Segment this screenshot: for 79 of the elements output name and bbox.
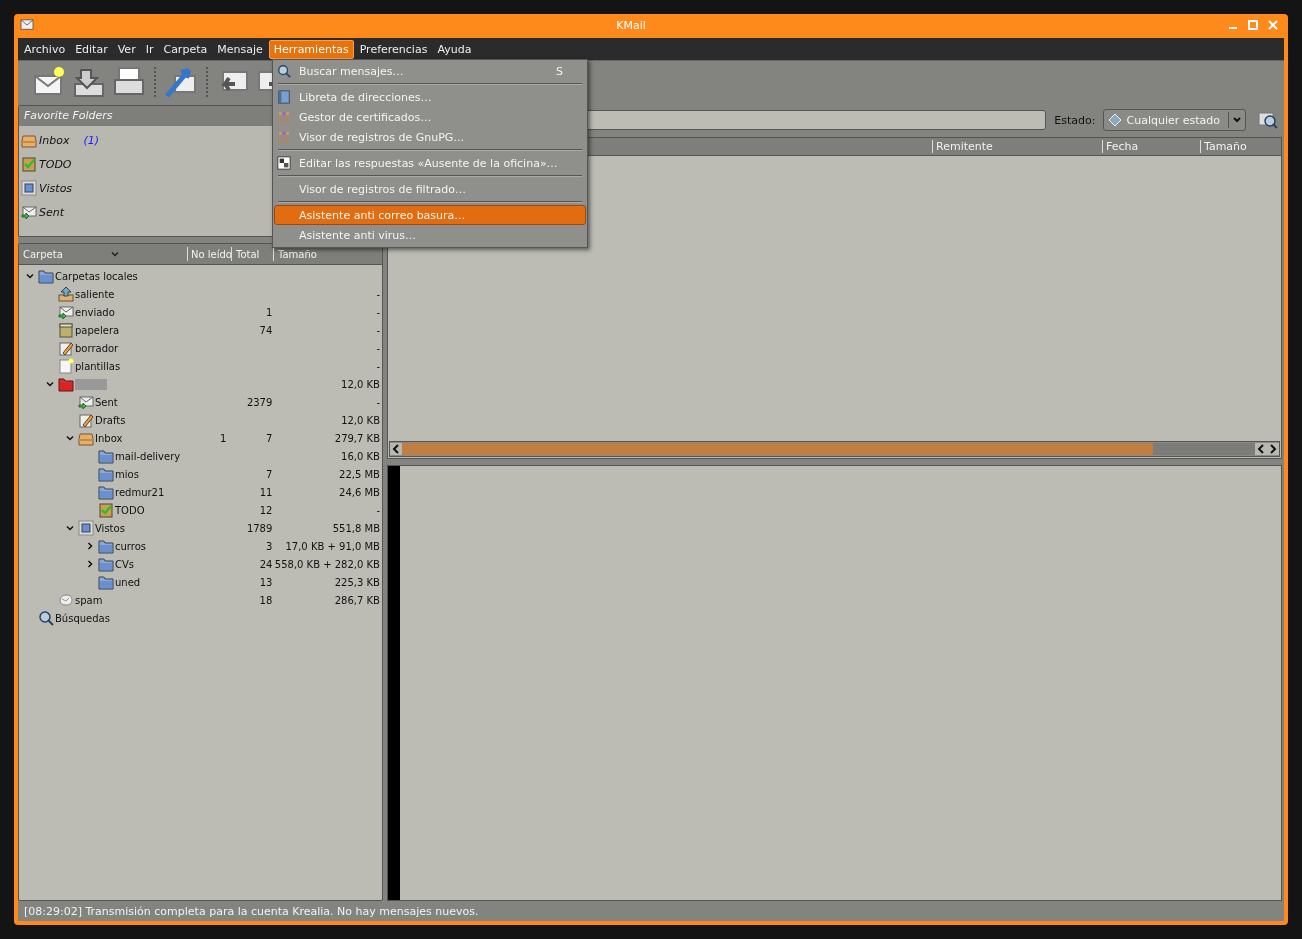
folder-row[interactable]: Sent 2379 -	[19, 393, 382, 411]
menu-item[interactable]: Archivo	[20, 40, 70, 58]
folder-row[interactable]: Vistos 1789 551,8 MB	[19, 519, 382, 537]
folder-row[interactable]: papelera 74 -	[19, 321, 382, 339]
status-label: Estado:	[1054, 113, 1096, 127]
search-icon	[38, 610, 54, 626]
scrollbar-thumb[interactable]	[402, 443, 1153, 455]
right-arrow-icon[interactable]	[1267, 443, 1279, 455]
folder-row[interactable]: mios 7 22,5 MB	[19, 465, 382, 483]
folder-row[interactable]: Carpetas locales	[19, 267, 382, 285]
column-header[interactable]: No leído	[187, 247, 231, 261]
folder-icon	[58, 376, 74, 392]
book-icon	[277, 90, 291, 104]
column-header[interactable]: Carpeta	[19, 247, 187, 261]
folder-row[interactable]: Drafts 12,0 KB	[19, 411, 382, 429]
clipboard-check-icon	[21, 156, 37, 172]
people-icon	[277, 110, 291, 124]
status-bar: [08:29:02] Transmisión completa para la cuenta Krealia. No hay mensajes nuevos.	[18, 901, 1284, 921]
menu-item[interactable]: Preferencias	[355, 40, 432, 58]
menu-item[interactable]: Editar	[71, 40, 112, 58]
folder-icon	[98, 484, 114, 500]
folder-row[interactable]: Inbox 1 7 279,7 KB	[19, 429, 382, 447]
folder-row[interactable]: redmur21 11 24,6 MB	[19, 483, 382, 501]
search-icon[interactable]	[1258, 111, 1278, 129]
menu-item[interactable]: Ir	[141, 40, 158, 58]
folder-row[interactable]: spam 18 286,7 KB	[19, 591, 382, 609]
envelope-icon	[21, 204, 37, 220]
pencil-note-icon	[78, 412, 94, 428]
envelope-icon	[20, 19, 34, 31]
grid-icon	[277, 156, 291, 170]
printer-icon[interactable]	[113, 66, 145, 98]
horizontal-scrollbar[interactable]	[389, 441, 1280, 457]
blank-page-icon	[58, 358, 74, 374]
framed-square-icon	[78, 520, 94, 536]
folder-row[interactable]: Búsquedas	[19, 609, 382, 627]
column-header[interactable]: Remitente	[932, 140, 1102, 153]
folder-row[interactable]: curros 3 17,0 KB + 91,0 MB	[19, 537, 382, 555]
trash-can-icon	[58, 322, 74, 338]
folder-row[interactable]: TODO 12 -	[19, 501, 382, 519]
folder-row[interactable]: enviado 1 -	[19, 303, 382, 321]
column-header[interactable]: Fecha	[1102, 140, 1200, 153]
tray-icon	[21, 132, 37, 148]
folder-icon	[98, 466, 114, 482]
menu-item[interactable]: Carpeta	[159, 40, 212, 58]
menu-item[interactable]: Ayuda	[433, 40, 476, 58]
tray-arrow-icon	[58, 286, 74, 302]
folder-icon	[98, 538, 114, 554]
envelope-icon	[78, 394, 94, 410]
caret-icon	[1233, 117, 1241, 123]
folder-row[interactable]: CVs 24 558,0 KB + 282,0 KB	[19, 555, 382, 573]
folder-row[interactable]: uned 13 225,3 KB	[19, 573, 382, 591]
menu-item[interactable]: Ver	[113, 40, 140, 58]
folder-icon	[38, 268, 54, 284]
envelopes-arrow-icon[interactable]	[165, 66, 197, 98]
envelope-icon	[58, 304, 74, 320]
tray-icon	[78, 430, 94, 446]
folder-icon	[98, 556, 114, 572]
folder-icon	[98, 574, 114, 590]
folder-icon	[98, 448, 114, 464]
folder-row[interactable]: saliente -	[19, 285, 382, 303]
clipboard-check-icon	[98, 502, 114, 518]
diamond-icon	[1108, 113, 1123, 127]
folder-row[interactable]: 12,0 KB	[19, 375, 382, 393]
pencil-note-icon	[58, 340, 74, 356]
folder-row[interactable]: mail-delivery 16,0 KB	[19, 447, 382, 465]
people-icon	[277, 130, 291, 144]
envelope-star-icon[interactable]	[33, 66, 65, 98]
window-title: KMail	[615, 18, 647, 32]
search-icon	[277, 64, 291, 78]
folder-row[interactable]: plantillas -	[19, 357, 382, 375]
caret-icon	[110, 250, 119, 258]
tray-arrow-icon[interactable]	[73, 66, 105, 98]
left-arrow-icon[interactable]	[390, 443, 402, 455]
folder-row[interactable]: borrador -	[19, 339, 382, 357]
framed-square-icon	[21, 180, 37, 196]
column-header[interactable]: Tamaño	[1200, 140, 1281, 153]
left-arrow-icon[interactable]	[1255, 443, 1267, 455]
crumpled-paper-icon	[58, 592, 74, 608]
menu-item[interactable]: Mensaje	[213, 40, 267, 58]
